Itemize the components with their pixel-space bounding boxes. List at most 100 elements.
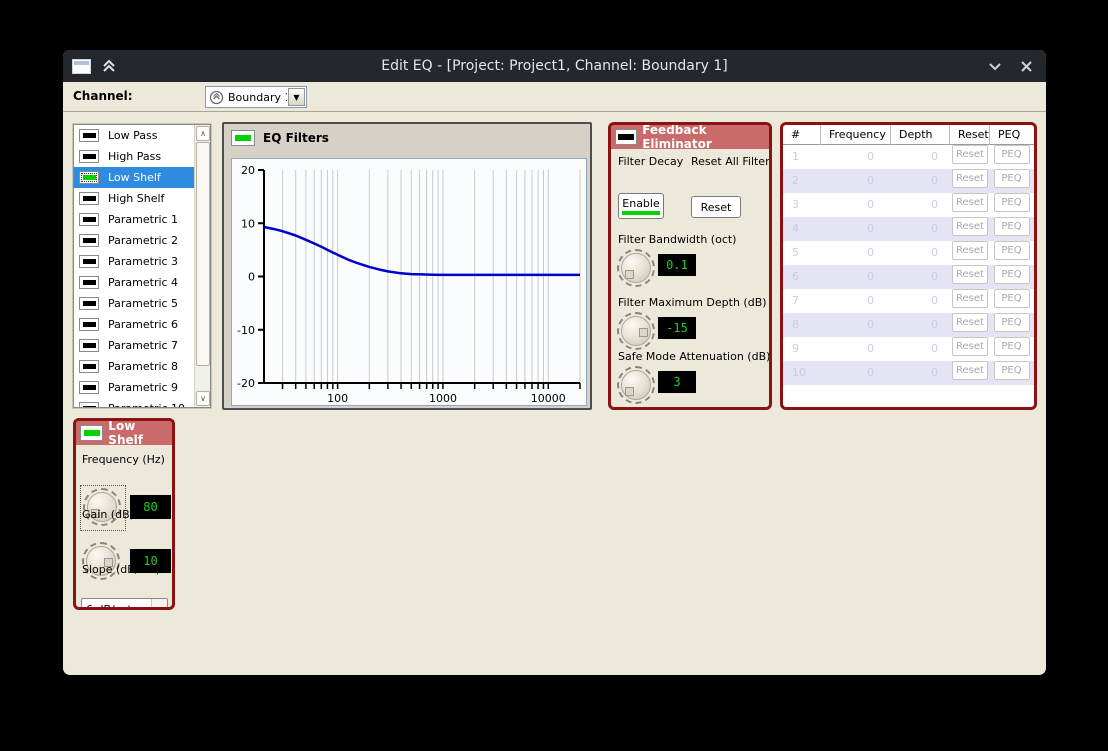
feedback-eliminator-indicator[interactable]: [615, 129, 637, 145]
titlebar[interactable]: Edit EQ - [Project: Project1, Channel: B…: [63, 50, 1046, 82]
col-header-reset: Reset: [950, 125, 990, 145]
filter-item-label: Parametric 9: [108, 381, 178, 394]
channel-select[interactable]: Boundary 1 ▼: [205, 86, 307, 108]
reset-all-filters-button[interactable]: Reset: [691, 196, 741, 218]
filter-state-indicator[interactable]: [79, 360, 99, 373]
filter-max-depth-knob[interactable]: [617, 312, 655, 350]
row-depth: 0: [891, 241, 950, 265]
peq-cell: PEQ: [990, 169, 1033, 193]
feedback-eliminator-header: Feedback Eliminator: [611, 125, 769, 149]
row-peq-button[interactable]: PEQ: [994, 217, 1030, 236]
filter-state-indicator[interactable]: [79, 234, 99, 247]
reset-cell: Reset: [950, 193, 990, 217]
filter-item-label: Low Shelf: [108, 171, 161, 184]
row-frequency: 0: [821, 361, 891, 385]
filter-list-item[interactable]: Parametric 9: [74, 377, 194, 398]
filter-list-item[interactable]: Parametric 4: [74, 272, 194, 293]
slope-select-arrow[interactable]: ⌄: [151, 599, 167, 610]
row-reset-button[interactable]: Reset: [952, 313, 988, 332]
filter-state-indicator[interactable]: [79, 255, 99, 268]
close-icon[interactable]: [1019, 59, 1034, 74]
row-peq-button[interactable]: PEQ: [994, 337, 1030, 356]
row-peq-button[interactable]: PEQ: [994, 361, 1030, 380]
table-row: 100ResetPEQ: [783, 145, 1034, 169]
row-reset-button[interactable]: Reset: [952, 145, 988, 164]
row-peq-button[interactable]: PEQ: [994, 313, 1030, 332]
svg-text:-10: -10: [237, 324, 255, 337]
filter-state-indicator[interactable]: [79, 402, 99, 407]
safe-mode-attenuation-knob[interactable]: [617, 366, 655, 404]
enable-button[interactable]: Enable: [618, 193, 664, 219]
row-reset-button[interactable]: Reset: [952, 361, 988, 380]
filter-list-item[interactable]: Low Shelf: [74, 167, 194, 188]
svg-text:100: 100: [327, 392, 348, 405]
chevron-down-icon[interactable]: [987, 58, 1003, 74]
peq-cell: PEQ: [990, 241, 1033, 265]
filter-list-item[interactable]: Parametric 5: [74, 293, 194, 314]
row-peq-button[interactable]: PEQ: [994, 169, 1030, 188]
filter-list-item[interactable]: Parametric 6: [74, 314, 194, 335]
filter-list-item[interactable]: Low Pass: [74, 125, 194, 146]
row-reset-button[interactable]: Reset: [952, 337, 988, 356]
filter-list-item[interactable]: Parametric 8: [74, 356, 194, 377]
filter-item-label: Parametric 1: [108, 213, 178, 226]
filter-list-item[interactable]: High Shelf: [74, 188, 194, 209]
slope-label: Slope (dB/oct): [82, 563, 160, 576]
row-reset-button[interactable]: Reset: [952, 265, 988, 284]
filter-state-indicator[interactable]: [79, 381, 99, 394]
filter-list-item[interactable]: Parametric 1: [74, 209, 194, 230]
filter-bandwidth-knob[interactable]: [617, 249, 655, 287]
row-number: 4: [783, 217, 821, 241]
peq-cell: PEQ: [990, 193, 1033, 217]
row-peq-button[interactable]: PEQ: [994, 289, 1030, 308]
filter-bandwidth-value: 0.1: [658, 254, 696, 276]
channel-type-icon: [209, 90, 224, 105]
scroll-up-icon[interactable]: ∧: [196, 126, 210, 141]
row-reset-button[interactable]: Reset: [952, 169, 988, 188]
reset-cell: Reset: [950, 265, 990, 289]
filter-state-indicator[interactable]: [79, 213, 99, 226]
table-row: 1000ResetPEQ: [783, 361, 1034, 385]
filter-item-label: Low Pass: [108, 129, 158, 142]
scrollbar-thumb[interactable]: [196, 142, 210, 366]
filter-list-scrollbar[interactable]: ∧ ∨: [194, 125, 210, 407]
row-reset-button[interactable]: Reset: [952, 289, 988, 308]
channel-select-arrow[interactable]: ▼: [288, 88, 305, 106]
filter-state-indicator[interactable]: [79, 171, 99, 184]
filter-list-item[interactable]: Parametric 3: [74, 251, 194, 272]
reset-cell: Reset: [950, 217, 990, 241]
row-depth: 0: [891, 265, 950, 289]
filter-list-item[interactable]: Parametric 10: [74, 398, 194, 407]
row-reset-button[interactable]: Reset: [952, 241, 988, 260]
row-reset-button[interactable]: Reset: [952, 217, 988, 236]
row-peq-button[interactable]: PEQ: [994, 145, 1030, 164]
scroll-down-icon[interactable]: ∨: [196, 391, 210, 406]
filter-state-indicator[interactable]: [79, 150, 99, 163]
filter-state-indicator[interactable]: [79, 276, 99, 289]
row-frequency: 0: [821, 289, 891, 313]
row-peq-button[interactable]: PEQ: [994, 241, 1030, 260]
row-peq-button[interactable]: PEQ: [994, 193, 1030, 212]
filter-state-indicator[interactable]: [79, 192, 99, 205]
row-peq-button[interactable]: PEQ: [994, 265, 1030, 284]
edit-eq-window: Edit EQ - [Project: Project1, Channel: B…: [63, 50, 1046, 675]
filter-list-item[interactable]: High Pass: [74, 146, 194, 167]
peq-cell: PEQ: [990, 289, 1033, 313]
row-reset-button[interactable]: Reset: [952, 193, 988, 212]
filter-state-indicator[interactable]: [79, 339, 99, 352]
slope-select[interactable]: 6 dB/oct ⌄: [81, 598, 168, 610]
filter-list-item[interactable]: Parametric 2: [74, 230, 194, 251]
filter-list-item[interactable]: Parametric 7: [74, 335, 194, 356]
eq-filters-indicator[interactable]: [231, 130, 255, 146]
row-frequency: 0: [821, 217, 891, 241]
filter-state-indicator[interactable]: [79, 129, 99, 142]
row-number: 6: [783, 265, 821, 289]
channel-bar: Channel: Boundary 1 ▼: [63, 82, 1046, 112]
filter-state-indicator[interactable]: [79, 297, 99, 310]
reset-cell: Reset: [950, 241, 990, 265]
row-frequency: 0: [821, 265, 891, 289]
row-number: 10: [783, 361, 821, 385]
filter-state-indicator[interactable]: [79, 318, 99, 331]
row-number: 5: [783, 241, 821, 265]
low-shelf-indicator[interactable]: [80, 425, 103, 441]
